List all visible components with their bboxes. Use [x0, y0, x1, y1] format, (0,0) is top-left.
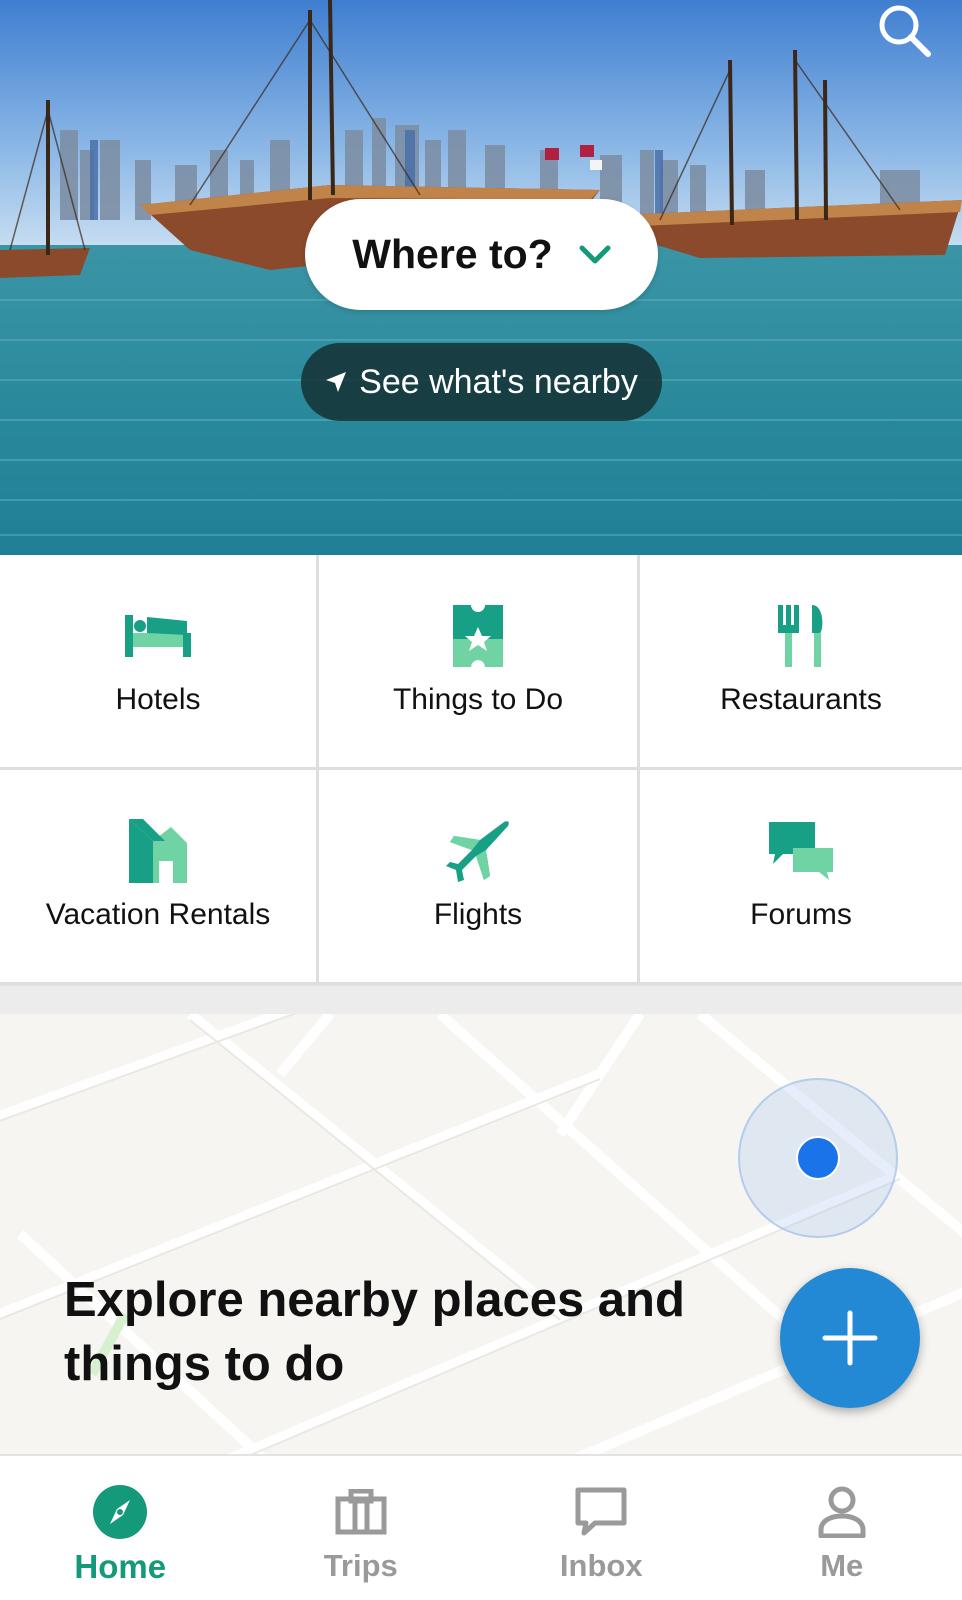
nav-home[interactable]: Home [0, 1456, 241, 1600]
category-things-to-do[interactable]: Things to Do [319, 555, 640, 770]
see-nearby-label: See what's nearby [359, 362, 638, 401]
category-label: Restaurants [720, 683, 882, 716]
bottom-navigation: Home Trips Inbox Me [0, 1454, 962, 1600]
current-location-dot [796, 1136, 840, 1180]
briefcase-icon [335, 1489, 387, 1535]
nav-label: Home [74, 1548, 167, 1585]
nav-label: Inbox [559, 1548, 643, 1583]
section-divider [0, 985, 962, 1014]
category-flights[interactable]: Flights [319, 770, 640, 985]
bed-icon [125, 615, 191, 657]
category-label: Things to Do [392, 683, 564, 716]
search-icon [879, 5, 931, 57]
category-vacation-rentals[interactable]: Vacation Rentals [0, 770, 319, 985]
category-label: Forums [750, 898, 852, 931]
compass-icon [93, 1485, 148, 1539]
nav-inbox[interactable]: Inbox [481, 1456, 722, 1600]
plus-icon [822, 1310, 878, 1366]
map-title: Explore nearby places and things to do [64, 1273, 685, 1391]
message-icon [575, 1487, 627, 1536]
house-icon [129, 819, 187, 883]
location-arrow-icon [326, 372, 347, 392]
hero-banner: Where to? See what's nearby [0, 0, 962, 555]
where-to-label: Where to? [352, 231, 553, 277]
category-hotels[interactable]: Hotels [0, 555, 319, 770]
chevron-down-icon [579, 245, 611, 263]
fork-knife-icon [778, 605, 823, 667]
category-label: Vacation Rentals [45, 898, 271, 931]
add-button[interactable] [780, 1268, 920, 1408]
where-to-button[interactable]: Where to? [305, 199, 658, 310]
category-grid: Hotels Things to Do Restaurants Vacation… [0, 555, 962, 985]
nav-me[interactable]: Me [722, 1456, 962, 1600]
chat-bubbles-icon [769, 822, 833, 880]
category-restaurants[interactable]: Restaurants [640, 555, 962, 770]
nav-label: Trips [323, 1548, 398, 1583]
see-nearby-button[interactable]: See what's nearby [301, 343, 662, 421]
search-button[interactable] [874, 0, 936, 62]
nav-label: Me [820, 1548, 864, 1583]
ticket-star-icon [453, 605, 503, 667]
person-icon [818, 1486, 866, 1538]
category-forums[interactable]: Forums [640, 770, 962, 985]
nav-trips[interactable]: Trips [241, 1456, 482, 1600]
category-label: Flights [433, 898, 523, 931]
airplane-icon [446, 821, 509, 882]
category-label: Hotels [115, 683, 201, 716]
